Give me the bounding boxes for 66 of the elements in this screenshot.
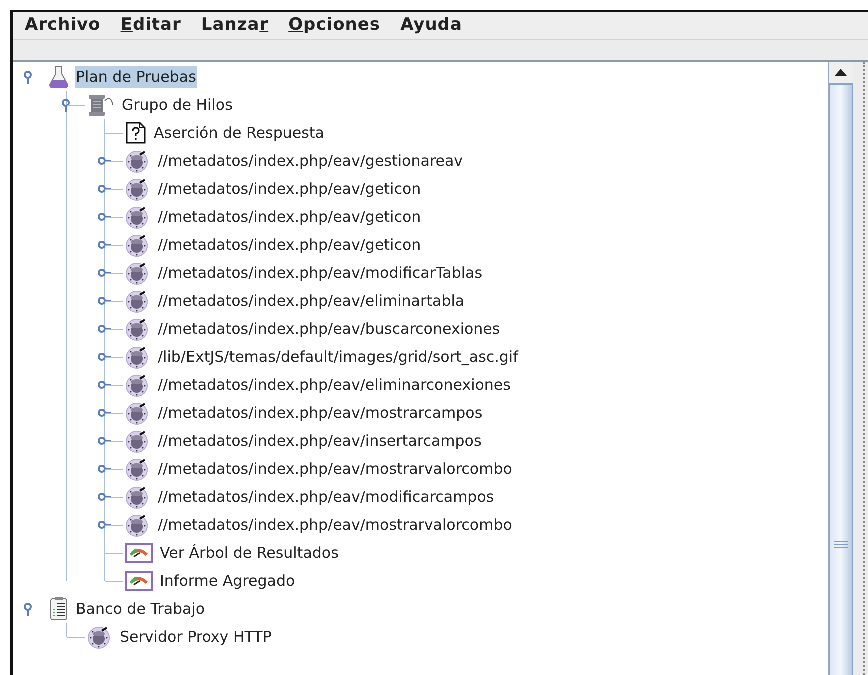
- menu-item[interactable]: Archivo: [25, 12, 101, 38]
- up-arrow-icon: [835, 69, 847, 76]
- collapse-toggle-icon[interactable]: [21, 70, 35, 84]
- tree-node[interactable]: /lib/ExtJS/temas/default/images/grid/sort_asc.gif: [157, 346, 520, 368]
- tree-node[interactable]: Aserción de Respuesta: [153, 122, 326, 144]
- expand-toggle-icon[interactable]: [97, 322, 111, 336]
- dial-icon: [87, 625, 113, 649]
- expand-toggle-icon[interactable]: [97, 266, 111, 280]
- dial-icon: [125, 401, 151, 425]
- tree-node[interactable]: //metadatos/index.php/eav/gestionareav: [157, 150, 464, 172]
- tree-node[interactable]: //metadatos/index.php/eav/modificarTablas: [157, 262, 484, 284]
- dial-icon: [125, 317, 151, 341]
- expand-toggle-icon[interactable]: [97, 406, 111, 420]
- clipboard-icon: [49, 596, 69, 622]
- dial-icon: [125, 233, 151, 257]
- expand-toggle-icon[interactable]: [97, 378, 111, 392]
- dial-icon: [125, 485, 151, 509]
- expand-toggle-icon[interactable]: [97, 238, 111, 252]
- expand-toggle-icon[interactable]: [97, 210, 111, 224]
- dial-icon: [125, 289, 151, 313]
- tree-node[interactable]: //metadatos/index.php/eav/geticon: [157, 234, 422, 256]
- collapse-toggle-icon[interactable]: [21, 602, 35, 616]
- dial-icon: [125, 513, 151, 537]
- tree-node[interactable]: Plan de Pruebas: [75, 66, 198, 88]
- expand-toggle-icon[interactable]: [97, 154, 111, 168]
- question-document-icon: [125, 121, 147, 145]
- tree-node[interactable]: //metadatos/index.php/eav/mostrarvalorcombo: [157, 514, 514, 536]
- dial-icon: [125, 345, 151, 369]
- tree-node[interactable]: Grupo de Hilos: [121, 94, 234, 116]
- tree-node[interactable]: //metadatos/index.php/eav/mostrarvalorcombo: [157, 458, 514, 480]
- menu-item[interactable]: Opciones: [288, 12, 381, 38]
- expand-toggle-icon[interactable]: [97, 490, 111, 504]
- tree-node[interactable]: //metadatos/index.php/eav/mostrarcampos: [157, 402, 484, 424]
- dial-icon: [125, 177, 151, 201]
- menu-item[interactable]: Editar: [120, 12, 182, 38]
- gauge-icon: [125, 543, 153, 563]
- tree-node[interactable]: //metadatos/index.php/eav/insertarcampos: [157, 430, 483, 452]
- expand-toggle-icon[interactable]: [97, 518, 111, 532]
- tree-node[interactable]: Servidor Proxy HTTP: [119, 626, 273, 648]
- spool-icon: [87, 93, 115, 117]
- expand-toggle-icon[interactable]: [97, 462, 111, 476]
- dial-icon: [125, 149, 151, 173]
- gauge-icon: [125, 571, 153, 591]
- dial-icon: [125, 429, 151, 453]
- menu-item[interactable]: Ayuda: [400, 12, 462, 38]
- expand-toggle-icon[interactable]: [97, 294, 111, 308]
- expand-toggle-icon[interactable]: [97, 434, 111, 448]
- grip-icon: [834, 541, 848, 549]
- tree-node[interactable]: //metadatos/index.php/eav/eliminarconexiones: [157, 374, 512, 396]
- dial-icon: [125, 373, 151, 397]
- tree-node[interactable]: //metadatos/index.php/eav/modificarcampos: [157, 486, 496, 508]
- expand-toggle-icon[interactable]: [97, 350, 111, 364]
- dial-icon: [125, 205, 151, 229]
- collapse-toggle-icon[interactable]: [59, 98, 73, 112]
- tree-node[interactable]: //metadatos/index.php/eav/geticon: [157, 178, 422, 200]
- tree-node[interactable]: //metadatos/index.php/eav/eliminartabla: [157, 290, 466, 312]
- flask-icon: [49, 65, 69, 89]
- tree-node[interactable]: Ver Árbol de Resultados: [159, 542, 340, 564]
- tree-node[interactable]: //metadatos/index.php/eav/buscarconexiones: [157, 318, 502, 340]
- tree-node[interactable]: Banco de Trabajo: [75, 598, 206, 620]
- dial-icon: [125, 457, 151, 481]
- tree-node[interactable]: //metadatos/index.php/eav/geticon: [157, 206, 422, 228]
- dial-icon: [125, 261, 151, 285]
- menu-item[interactable]: Lanzar: [201, 12, 269, 38]
- expand-toggle-icon[interactable]: [97, 182, 111, 196]
- tree-node[interactable]: Informe Agregado: [159, 570, 296, 592]
